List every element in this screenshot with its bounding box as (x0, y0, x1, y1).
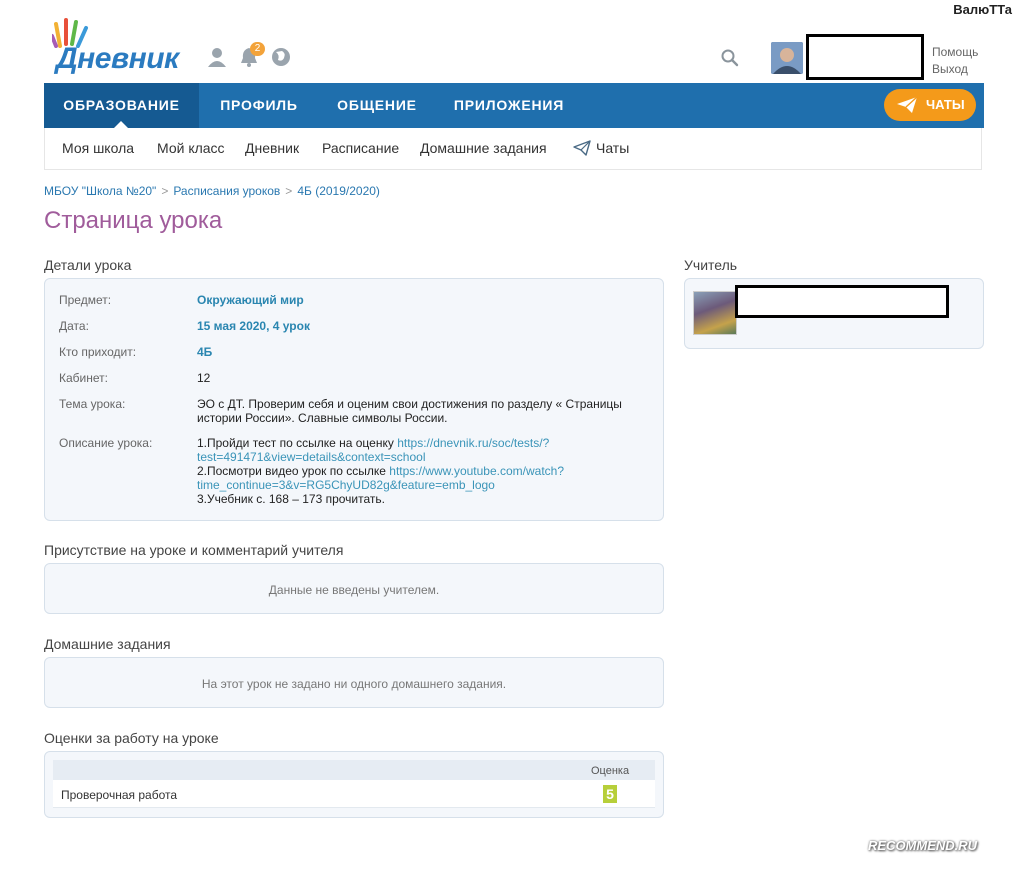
teacher-panel (684, 278, 984, 349)
main-nav: ОБРАЗОВАНИЕ ПРОФИЛЬ ОБЩЕНИЕ ПРИЛОЖЕНИЯ Ч… (44, 83, 984, 128)
subject-value[interactable]: Окружающий мир (197, 293, 597, 307)
teacher-title: Учитель (684, 257, 738, 273)
watermark-bottom: RECOMMEND.RU (868, 838, 978, 853)
description-label: Описание урока: (59, 436, 153, 450)
subnav-chats[interactable]: Чаты (596, 140, 629, 156)
grades-panel: Оценка Проверочная работа 5 (44, 751, 664, 818)
topic-value: ЭО с ДТ. Проверим себя и оценим свои дос… (197, 397, 637, 425)
grades-title: Оценки за работу на уроке (44, 730, 219, 746)
test-link[interactable]: https://dnevnik.ru/soc/tests/? (397, 436, 549, 450)
desc-2-text: 2.Посмотри видео урок по ссылке (197, 464, 390, 478)
video-link[interactable]: https://www.youtube.com/watch? (389, 464, 564, 478)
teacher-photo[interactable] (693, 291, 737, 335)
paper-plane-icon (897, 96, 918, 113)
grade-column-label: Оценка (591, 765, 630, 777)
logo[interactable]: Дневник (44, 18, 194, 75)
logo-text: Дневник (56, 42, 179, 75)
video-link-continued[interactable]: time_continue=3&v=RG5ChyUD82g&feature=em… (197, 478, 637, 492)
attendance-title: Присутствие на уроке и комментарий учите… (44, 542, 344, 558)
desc-1-text: 1.Пройди тест по ссылке на оценку (197, 436, 398, 450)
breadcrumb-schedules[interactable]: Расписания уроков (173, 184, 280, 198)
subject-label: Предмет: (59, 293, 112, 307)
sub-nav: Моя школа Мой класс Дневник Расписание Д… (44, 128, 982, 170)
description-value: 1.Пройди тест по ссылке на оценку https:… (197, 436, 637, 506)
attendance-empty-message: Данные не введены учителем. (268, 583, 440, 597)
page-title: Страница урока (44, 207, 223, 234)
subnav-my-class[interactable]: Мой класс (157, 140, 225, 156)
logout-link[interactable]: Выход (932, 61, 978, 78)
notification-badge: 2 (250, 42, 265, 56)
nav-tab-profile[interactable]: ПРОФИЛЬ (204, 83, 314, 128)
work-type: Проверочная работа (61, 788, 178, 802)
chats-button[interactable]: ЧАТЫ (884, 89, 976, 121)
date-label: Дата: (59, 319, 89, 333)
breadcrumb: МБОУ "Школа №20" > Расписания уроков >4Б (2… (44, 184, 380, 198)
subnav-homework[interactable]: Домашние задания (420, 140, 547, 156)
date-value[interactable]: 15 мая 2020, 4 урок (197, 319, 597, 333)
topic-line-2: истории России». Славные символы России. (197, 411, 448, 425)
grade-mark[interactable]: 5 (603, 785, 617, 803)
room-label: Кабинет: (59, 371, 108, 385)
breadcrumb-separator: > (285, 184, 293, 198)
breadcrumb-class[interactable]: 4Б (2019/2020) (297, 184, 380, 198)
nav-tab-communication[interactable]: ОБЩЕНИЕ (324, 83, 430, 128)
search-icon[interactable] (720, 48, 740, 68)
avatar-person-icon (771, 42, 803, 74)
breadcrumb-separator: > (161, 184, 169, 198)
subnav-schedule[interactable]: Расписание (322, 140, 399, 156)
attendance-panel: Данные не введены учителем. (44, 563, 664, 614)
topic-label: Тема урока: (59, 397, 126, 411)
lesson-details-title: Детали урока (44, 257, 132, 273)
teacher-name-redacted (735, 285, 949, 318)
chat-plane-icon[interactable] (573, 140, 591, 156)
who-label: Кто приходит: (59, 345, 137, 359)
lesson-details-panel: Предмет: Окружающий мир Дата: 15 мая 202… (44, 278, 664, 521)
user-name-redacted (806, 34, 924, 80)
site-header: Дневник 2 Помощь Выход (44, 14, 984, 80)
test-link-continued[interactable]: test=491471&view=details&context=school (197, 450, 637, 464)
user-avatar[interactable] (771, 42, 803, 74)
homework-empty-message: На этот урок не задано ни одного домашне… (201, 677, 507, 691)
homework-title: Домашние задания (44, 636, 171, 652)
breadcrumb-school[interactable]: МБОУ "Школа №20" (44, 184, 156, 198)
desc-line-2: 2.Посмотри видео урок по ссылке https://… (197, 464, 637, 478)
globe-icon[interactable] (270, 46, 292, 68)
topic-line-1: ЭО с ДТ. Проверим себя и оценим свои дос… (197, 397, 622, 411)
desc-line-1: 1.Пройди тест по ссылке на оценку https:… (197, 436, 637, 450)
room-value: 12 (197, 371, 211, 385)
who-value[interactable]: 4Б (197, 345, 597, 359)
help-link[interactable]: Помощь (932, 44, 978, 61)
profile-icon[interactable] (206, 46, 228, 68)
homework-panel: На этот урок не задано ни одного домашне… (44, 657, 664, 708)
table-row: Проверочная работа 5 (53, 780, 655, 808)
nav-tab-apps[interactable]: ПРИЛОЖЕНИЯ (444, 83, 574, 128)
grades-table-header: Оценка (53, 760, 655, 780)
chats-button-label: ЧАТЫ (926, 97, 965, 112)
subnav-my-school[interactable]: Моя школа (62, 140, 134, 156)
desc-line-3: 3.Учебник с. 168 – 173 прочитать. (197, 492, 385, 506)
nav-active-indicator (114, 121, 128, 128)
subnav-diary[interactable]: Дневник (245, 140, 299, 156)
